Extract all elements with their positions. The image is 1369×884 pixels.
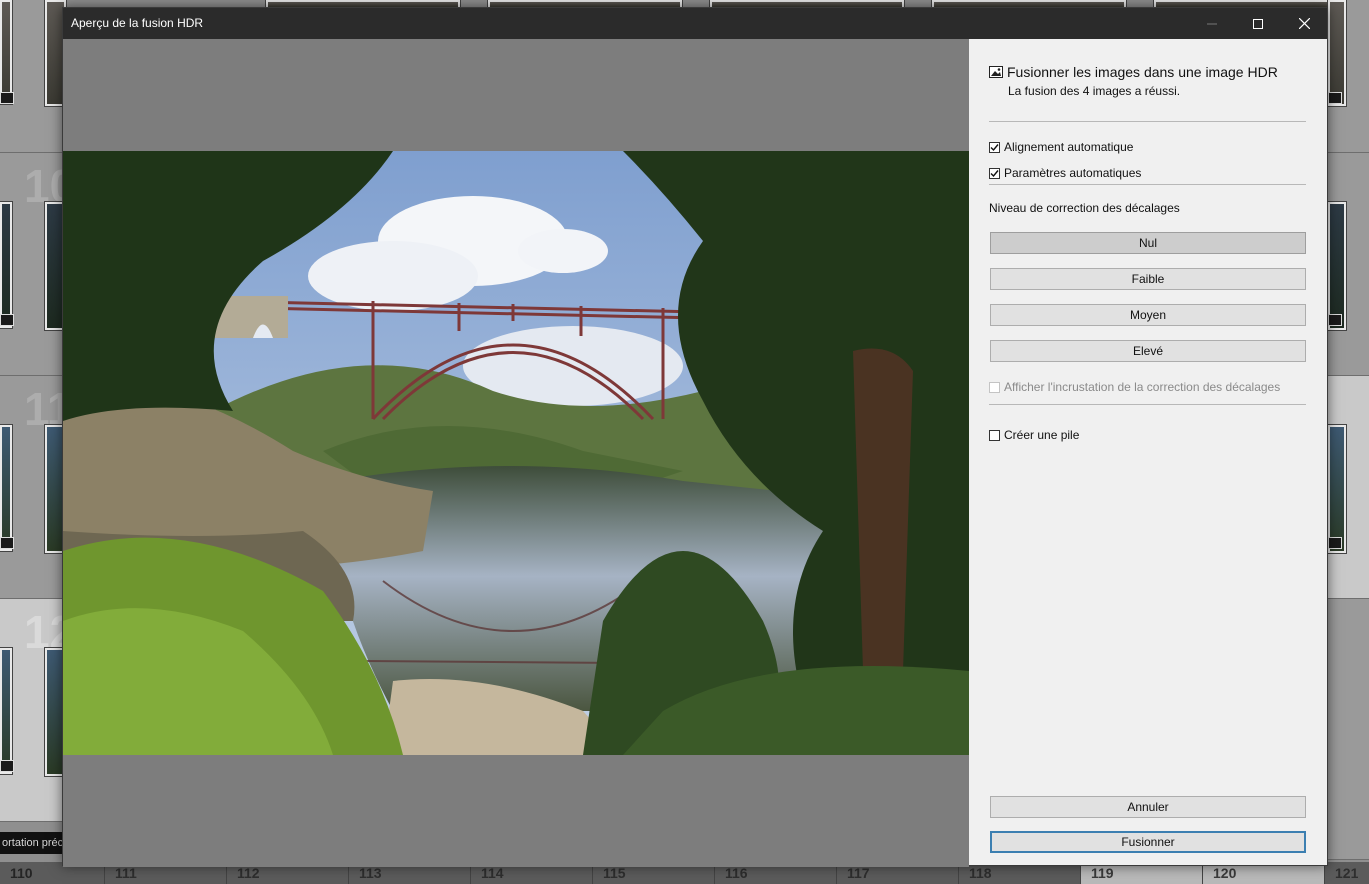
- maximize-button[interactable]: [1235, 8, 1281, 39]
- divider: [989, 404, 1306, 405]
- auto-settings-label: Paramètres automatiques: [1004, 166, 1142, 180]
- hdr-merge-icon: [989, 66, 1003, 78]
- thumbnail[interactable]: [0, 0, 12, 104]
- hdr-preview-area: [63, 39, 969, 867]
- hdr-preview-image: [63, 151, 969, 755]
- grid-cell[interactable]: [1328, 599, 1369, 860]
- minimize-icon: [1207, 23, 1217, 24]
- panel-heading: Fusionner les images dans une image HDR: [1007, 64, 1278, 80]
- hdr-options-panel: Fusionner les images dans une image HDR …: [969, 39, 1327, 865]
- merge-status: La fusion des 4 images a réussi.: [1008, 84, 1181, 98]
- dialog-titlebar[interactable]: Aperçu de la fusion HDR: [63, 8, 1327, 39]
- checkmark-icon: [990, 143, 999, 151]
- thumbnail-badge-icon: [0, 314, 14, 326]
- thumbnail[interactable]: [1328, 202, 1346, 330]
- thumbnail[interactable]: [1328, 425, 1346, 553]
- checkbox-box[interactable]: [989, 381, 1000, 393]
- show-deghost-overlay-checkbox[interactable]: Afficher l'incrustation de la correction…: [989, 380, 1280, 394]
- checkbox-box[interactable]: [989, 167, 1000, 179]
- create-stack-label: Créer une pile: [1004, 428, 1080, 442]
- thumbnail-badge-icon: [0, 537, 14, 549]
- thumbnail[interactable]: [1328, 0, 1346, 106]
- thumbnail[interactable]: [0, 425, 12, 551]
- auto-align-checkbox[interactable]: Alignement automatique: [989, 140, 1133, 154]
- deghost-low-button[interactable]: Faible: [990, 268, 1306, 290]
- thumbnail[interactable]: [0, 648, 12, 774]
- checkbox-box[interactable]: [989, 141, 1000, 153]
- thumbnail-badge-icon: [0, 760, 14, 772]
- thumbnail-badge-icon: [1328, 92, 1342, 104]
- deghost-none-button[interactable]: Nul: [990, 232, 1306, 254]
- deghost-medium-button[interactable]: Moyen: [990, 304, 1306, 326]
- thumbnail-badge-icon: [1328, 537, 1342, 549]
- thumbnail-badge-icon: [1328, 314, 1342, 326]
- hdr-merge-dialog: Aperçu de la fusion HDR Fusionner les im…: [62, 7, 1328, 867]
- auto-align-label: Alignement automatique: [1004, 140, 1134, 154]
- deghost-level-label: Niveau de correction des décalages: [989, 201, 1180, 215]
- thumbnail[interactable]: [0, 202, 12, 328]
- auto-settings-checkbox[interactable]: Paramètres automatiques: [989, 166, 1141, 180]
- status-text: ortation préc: [0, 832, 64, 854]
- maximize-icon: [1253, 18, 1263, 29]
- filmstrip-number[interactable]: 121: [1324, 862, 1369, 884]
- thumbnail-badge-icon: [0, 92, 14, 104]
- cancel-button[interactable]: Annuler: [990, 796, 1306, 818]
- close-button[interactable]: [1281, 8, 1327, 39]
- merge-button[interactable]: Fusionner: [990, 831, 1306, 853]
- close-icon: [1298, 18, 1310, 29]
- dialog-title: Aperçu de la fusion HDR: [71, 16, 204, 30]
- show-deghost-overlay-label: Afficher l'incrustation de la correction…: [1004, 380, 1281, 394]
- create-stack-checkbox[interactable]: Créer une pile: [989, 428, 1079, 442]
- deghost-high-button[interactable]: Elevé: [990, 340, 1306, 362]
- divider: [989, 121, 1306, 122]
- checkbox-box[interactable]: [989, 429, 1000, 441]
- divider: [989, 184, 1306, 185]
- checkmark-icon: [990, 169, 999, 177]
- minimize-button[interactable]: [1189, 8, 1235, 39]
